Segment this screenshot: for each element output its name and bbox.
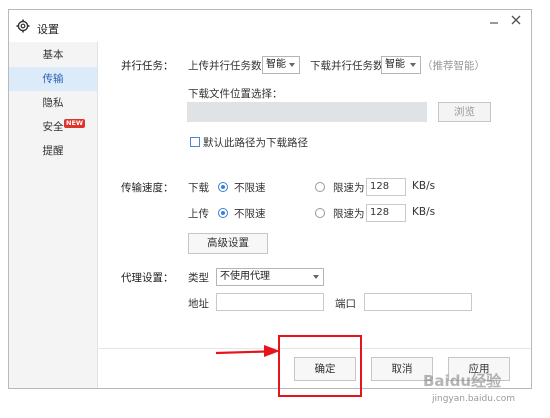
advanced-settings-button[interactable]: 高级设置	[188, 233, 268, 254]
chevron-down-icon	[313, 275, 319, 279]
download-parallel-value: 智能	[385, 59, 405, 70]
download-limit-label: 限速为	[333, 182, 365, 194]
download-speed-label: 下载	[188, 182, 209, 194]
upload-speed-label: 上传	[188, 208, 209, 220]
upload-limit-unit: KB/s	[412, 206, 436, 218]
parallel-tasks-label: 并行任务：	[121, 60, 174, 72]
minimize-icon	[490, 22, 498, 24]
sidebar-item-label: 隐私	[42, 97, 64, 109]
default-path-label: 默认此路径为下载路径	[203, 137, 308, 149]
transfer-speed-label: 传输速度：	[121, 182, 174, 194]
new-badge: NEW	[64, 119, 86, 128]
upload-limit-input[interactable]: 128	[366, 204, 406, 222]
proxy-port-label: 端口	[335, 298, 356, 310]
browse-button[interactable]: 浏览	[438, 102, 491, 122]
chevron-down-icon	[410, 63, 416, 67]
gear-icon	[16, 19, 30, 33]
arrow-icon	[215, 345, 280, 357]
download-limit-unit: KB/s	[412, 180, 436, 192]
download-unlimited-label: 不限速	[234, 182, 266, 194]
sidebar-item-reminder[interactable]: 提醒	[9, 139, 97, 163]
title-bar	[9, 10, 531, 42]
upload-unlimited-radio[interactable]	[218, 208, 228, 218]
sidebar-item-label: 提醒	[42, 145, 64, 157]
download-parallel-select[interactable]: 智能	[381, 56, 421, 74]
sidebar-item-transfer[interactable]: 传输	[9, 67, 97, 91]
chevron-down-icon	[289, 63, 295, 67]
download-parallel-label: 下载并行任务数	[310, 60, 384, 72]
proxy-type-select[interactable]: 不使用代理	[216, 268, 324, 286]
download-path-field[interactable]	[187, 102, 427, 122]
proxy-address-input[interactable]	[216, 293, 324, 311]
close-button[interactable]	[509, 14, 523, 30]
download-unlimited-radio[interactable]	[218, 182, 228, 192]
proxy-type-value: 不使用代理	[220, 271, 270, 282]
upload-parallel-value: 智能	[266, 59, 286, 70]
window-title: 设置	[37, 23, 59, 36]
watermark-brand: Baidu经验	[423, 372, 502, 390]
download-limit-radio[interactable]	[315, 182, 325, 192]
sidebar-item-privacy[interactable]: 隐私	[9, 91, 97, 115]
default-path-checkbox[interactable]	[190, 137, 200, 147]
download-limit-input[interactable]: 128	[366, 178, 406, 196]
upload-parallel-label: 上传并行任务数	[188, 60, 262, 72]
proxy-address-label: 地址	[188, 298, 209, 310]
minimize-button[interactable]	[487, 14, 501, 30]
proxy-settings-label: 代理设置：	[121, 272, 174, 284]
sidebar-item-basic[interactable]: 基本	[9, 43, 97, 67]
upload-unlimited-label: 不限速	[234, 208, 266, 220]
close-icon	[511, 15, 521, 25]
highlight-box	[278, 335, 362, 397]
proxy-type-label: 类型	[188, 272, 209, 284]
upload-limit-label: 限速为	[333, 208, 365, 220]
watermark-url: jingyan.baidu.com	[432, 394, 516, 404]
upload-parallel-select[interactable]: 智能	[262, 56, 300, 74]
sidebar-item-label: 安全	[42, 121, 64, 133]
upload-limit-radio[interactable]	[315, 208, 325, 218]
proxy-port-input[interactable]	[364, 293, 472, 311]
download-location-label: 下载文件位置选择：	[188, 88, 283, 100]
sidebar-item-label: 传输	[42, 73, 64, 85]
recommend-hint: （推荐智能）	[422, 60, 485, 72]
sidebar-item-label: 基本	[42, 49, 64, 61]
